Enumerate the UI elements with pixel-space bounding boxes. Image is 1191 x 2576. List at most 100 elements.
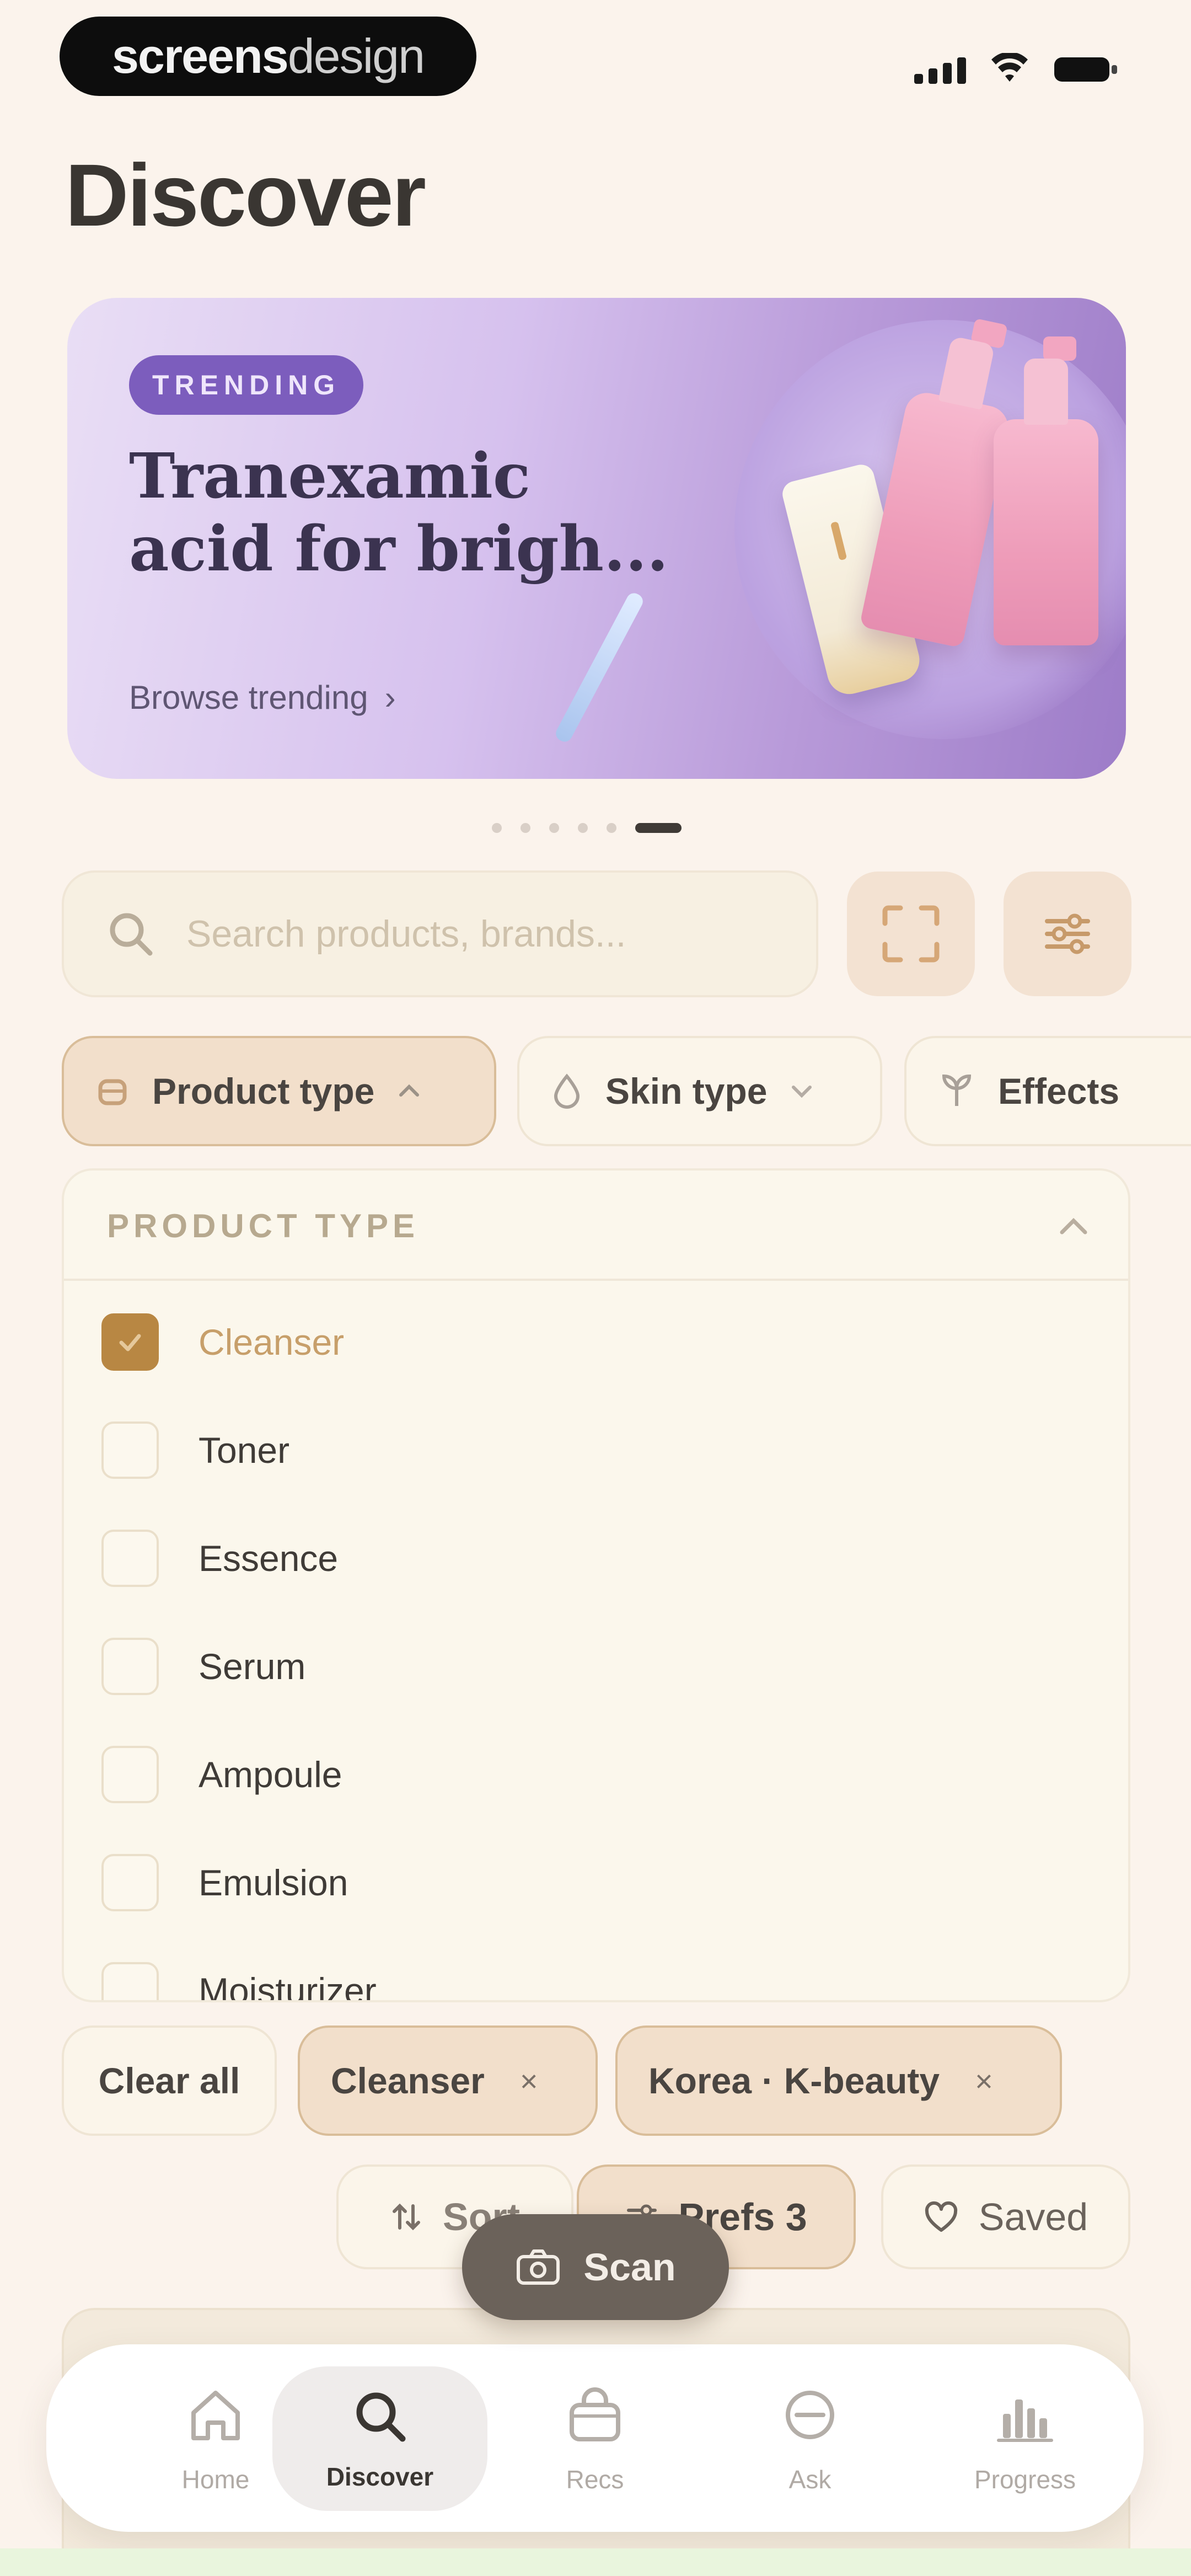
nav-item-discover[interactable]: Discover — [272, 2366, 487, 2511]
heart-icon — [925, 2201, 957, 2232]
option-moisturizer[interactable]: Moisturizer — [101, 1960, 377, 2002]
sort-icon — [393, 2203, 420, 2231]
search-icon — [356, 2392, 406, 2442]
page-title: Discover — [65, 146, 426, 244]
option-essence[interactable]: Essence — [101, 1528, 338, 1589]
filter-settings-button[interactable] — [1004, 872, 1131, 996]
carousel-dot[interactable] — [607, 823, 616, 833]
active-tag-label: Korea · K-beauty — [648, 2060, 940, 2101]
screen: screens design Discover TRENDING Tranexam… — [0, 0, 1191, 2576]
checkbox[interactable] — [101, 1962, 159, 2000]
option-label: Toner — [198, 1430, 290, 1471]
carousel-dot[interactable] — [578, 823, 588, 833]
trending-badge: TRENDING — [129, 355, 364, 415]
wifi-icon — [991, 53, 1028, 82]
bar-chart-icon — [997, 2399, 1053, 2442]
option-serum[interactable]: Serum — [101, 1636, 305, 1697]
shopping-bag-icon — [570, 2387, 620, 2441]
active-tag-korea[interactable]: Korea · K-beauty × — [615, 2025, 1062, 2136]
nav-label: Discover — [326, 2462, 434, 2491]
nav-item-progress[interactable]: Progress — [918, 2366, 1133, 2511]
checkbox[interactable] — [101, 1854, 159, 1911]
nav-label: Ask — [788, 2465, 831, 2494]
brand-bold-text: screens — [111, 29, 289, 83]
filter-chip-effects[interactable]: Effects — [904, 1036, 1191, 1146]
sliders-icon — [1045, 913, 1090, 954]
home-icon — [191, 2391, 240, 2440]
carousel-dot[interactable] — [492, 823, 502, 833]
carousel-dot-active[interactable] — [635, 823, 682, 833]
banner-title-line2: acid for brigh... — [129, 513, 669, 585]
drop-icon — [554, 1073, 580, 1109]
trending-banner[interactable]: TRENDING Tranexamic acid for brigh... Br… — [67, 298, 1126, 779]
banner-title-line1: Tranexamic — [129, 440, 531, 512]
dropdown-title: PRODUCT TYPE — [107, 1207, 420, 1244]
brand-watermark: screens design — [60, 17, 476, 96]
sparkle-icon — [942, 1074, 972, 1106]
bottom-edge-strip — [0, 2548, 1191, 2576]
scan-frame-icon — [882, 905, 940, 963]
product-type-dropdown: PRODUCT TYPE Cleanser Toner Essence Seru… — [62, 1168, 1130, 2002]
saved-button[interactable]: Saved — [881, 2165, 1130, 2269]
chevron-down-icon — [792, 1086, 812, 1098]
option-label: Moisturizer — [198, 1970, 377, 2002]
nav-item-recs[interactable]: Recs — [487, 2366, 702, 2511]
nav-label: Recs — [566, 2465, 624, 2494]
banner-title: Tranexamic acid for brigh... — [129, 440, 736, 586]
status-icons — [914, 51, 1119, 84]
filter-chip-product-type[interactable]: Product type — [62, 1036, 496, 1146]
checkbox[interactable] — [101, 1638, 159, 1695]
active-tag-label: Cleanser — [331, 2060, 485, 2101]
option-ampoule[interactable]: Ampoule — [101, 1744, 342, 1805]
battery-icon — [1054, 57, 1117, 82]
browse-trending-link[interactable]: Browse trending › — [129, 678, 396, 717]
browse-trending-label: Browse trending — [129, 679, 368, 716]
filter-chip-label: Skin type — [605, 1071, 768, 1111]
nav-label: Home — [181, 2465, 250, 2494]
option-toner[interactable]: Toner — [101, 1420, 289, 1481]
scan-label: Scan — [583, 2246, 676, 2289]
chevron-up-icon — [399, 1084, 420, 1097]
saved-label: Saved — [978, 2195, 1088, 2238]
bottle-icon — [98, 1079, 127, 1105]
checkbox[interactable] — [101, 1421, 159, 1479]
brand-light-text: design — [287, 29, 425, 83]
option-label: Ampoule — [198, 1754, 342, 1795]
clear-all-button[interactable]: Clear all — [62, 2025, 277, 2136]
carousel-dots — [492, 823, 682, 833]
search-input[interactable] — [186, 912, 793, 955]
checkbox[interactable] — [101, 1530, 159, 1587]
pink-bottle-image — [994, 336, 1098, 645]
search-bar[interactable] — [62, 870, 818, 997]
option-label: Emulsion — [198, 1862, 348, 1903]
filter-chip-label: Effects — [998, 1071, 1120, 1111]
chevron-up-icon[interactable] — [1054, 1207, 1093, 1246]
brush-product-image — [553, 590, 646, 745]
option-label: Cleanser — [198, 1322, 345, 1362]
dropdown-header[interactable]: PRODUCT TYPE — [64, 1171, 1128, 1281]
option-cleanser[interactable]: Cleanser — [101, 1312, 344, 1372]
bottom-navigation: Home Discover Recs Ask Progress — [46, 2344, 1144, 2532]
checkbox[interactable] — [101, 1746, 159, 1803]
carousel-dot[interactable] — [549, 823, 559, 833]
filter-chip-skin-type[interactable]: Skin type — [517, 1036, 882, 1146]
checkmark-icon — [119, 1334, 141, 1351]
remove-tag-icon[interactable]: × — [975, 2063, 993, 2099]
checkbox-checked[interactable] — [101, 1313, 159, 1371]
scan-button[interactable]: Scan — [462, 2214, 729, 2320]
filter-chip-label: Product type — [152, 1071, 375, 1111]
option-label: Serum — [198, 1646, 306, 1687]
search-icon — [110, 913, 153, 956]
carousel-dot[interactable] — [521, 823, 530, 833]
signal-icon — [914, 56, 966, 84]
chevron-right-icon: › — [384, 679, 396, 716]
chat-icon — [786, 2391, 834, 2439]
nav-label: Progress — [974, 2465, 1076, 2494]
option-label: Essence — [198, 1538, 339, 1579]
active-tag-cleanser[interactable]: Cleanser × — [298, 2025, 598, 2136]
scan-frame-button[interactable] — [847, 872, 975, 996]
nav-item-ask[interactable]: Ask — [702, 2366, 918, 2511]
remove-tag-icon[interactable]: × — [520, 2063, 538, 2099]
camera-icon — [517, 2249, 560, 2285]
option-emulsion[interactable]: Emulsion — [101, 1852, 348, 1913]
